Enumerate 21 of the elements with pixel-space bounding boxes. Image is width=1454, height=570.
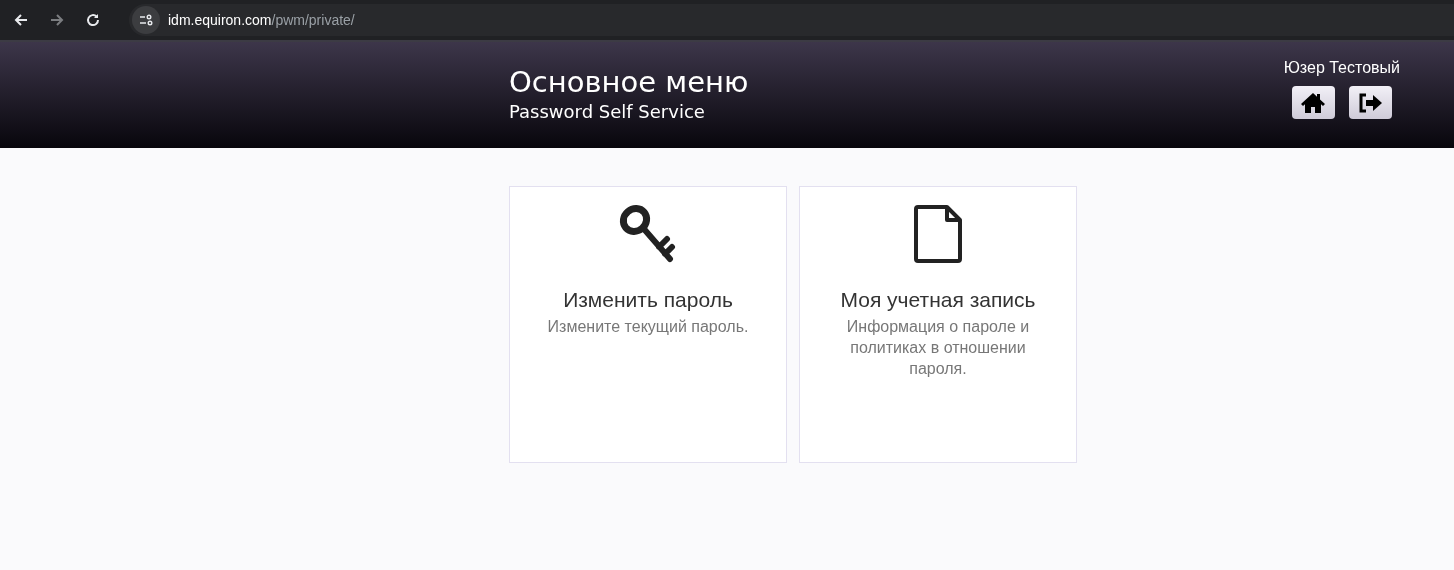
page-subtitle: Password Self Service [509,101,706,122]
home-button[interactable] [1291,86,1335,119]
tile-title: Моя учетная запись [840,288,1036,312]
reload-icon[interactable] [85,12,101,28]
menu-tile[interactable]: Моя учетная запись Информация о пароле и политиках в отношении пароля. [799,186,1077,463]
page-title: Основное меню [509,65,749,99]
key-icon [618,203,678,265]
menu-tile[interactable]: Изменить пароль Измените текущий пароль. [509,186,787,463]
address-bar[interactable]: idm.equiron.com/pwm/private/ [129,4,1454,36]
tile-description: Измените текущий пароль. [546,317,750,337]
tile-title: Изменить пароль [563,288,733,312]
home-icon [1300,91,1327,114]
site-settings-icon[interactable] [139,14,153,26]
back-icon[interactable] [13,12,29,28]
logout-icon [1357,91,1384,114]
url-path: /pwm/private/ [271,12,355,28]
url-host: idm.equiron.com [168,12,272,28]
tile-description: Информация о пароле и политиках в отношении пароля. [845,317,1031,379]
logout-button[interactable] [1348,86,1392,119]
user-name: Юзер Тестовый [1283,59,1400,77]
document-icon [912,203,964,265]
